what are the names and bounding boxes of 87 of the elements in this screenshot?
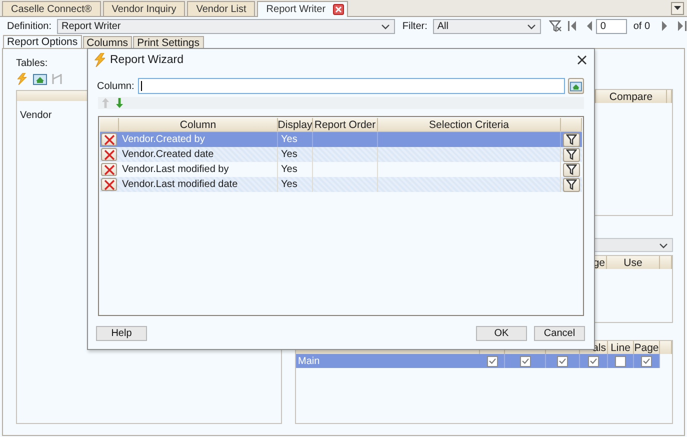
tab[interactable]: Columns xyxy=(82,36,132,48)
record-input[interactable]: 0 xyxy=(596,18,628,34)
tab[interactable]: Report Options xyxy=(3,35,82,48)
tab[interactable]: Report Writer xyxy=(257,1,348,17)
check-icon xyxy=(643,358,650,364)
checkbox[interactable] xyxy=(486,356,498,366)
previous-page-icon[interactable] xyxy=(586,21,592,31)
tab[interactable]: Vendor List xyxy=(187,1,256,16)
text-cursor xyxy=(141,81,142,91)
delete-button[interactable] xyxy=(101,133,117,146)
filter-button[interactable] xyxy=(563,148,580,162)
table-cell: Vendor.Created date xyxy=(119,147,278,162)
filter-button[interactable] xyxy=(563,178,580,192)
column-header: Line xyxy=(608,341,634,354)
check-icon xyxy=(488,358,496,364)
column-header[interactable]: Column xyxy=(119,118,278,131)
caret-down-icon xyxy=(674,6,681,10)
record-count: of 0 xyxy=(633,20,650,32)
filter-icon xyxy=(566,149,577,160)
check-icon xyxy=(590,358,597,364)
column-header[interactable]: Report Order xyxy=(313,118,378,131)
check-icon xyxy=(522,358,528,364)
lightning-icon xyxy=(93,52,105,66)
filter-icon xyxy=(566,134,577,145)
filter-icon xyxy=(566,164,577,175)
column-header[interactable]: Selection Criteria xyxy=(378,118,561,131)
column-field[interactable] xyxy=(138,78,565,94)
table-cell: Yes xyxy=(278,177,313,192)
column-header xyxy=(660,341,672,354)
column-header: Compare xyxy=(596,90,667,103)
close-icon xyxy=(102,148,116,160)
table-cell: Vendor.Last modified date xyxy=(119,177,278,192)
clear-filter-icon[interactable] xyxy=(549,20,562,32)
next-page-icon[interactable] xyxy=(662,21,668,31)
grid-row[interactable]: Vendor.Created date Yes xyxy=(100,147,582,162)
dialog-title: Report Wizard xyxy=(110,54,184,66)
definition-dropdown[interactable]: Report Writer xyxy=(57,18,396,34)
lightning-icon[interactable] xyxy=(16,73,28,85)
close-icon xyxy=(102,164,116,176)
table-icon xyxy=(570,80,582,92)
filter-icon xyxy=(566,179,577,190)
delete-button[interactable] xyxy=(101,178,117,191)
checkbox[interactable] xyxy=(520,356,530,366)
checkbox[interactable] xyxy=(641,356,652,366)
column-header: Use xyxy=(607,256,660,269)
tab[interactable]: Print Settings xyxy=(133,36,204,48)
column-header xyxy=(667,90,672,103)
column-header xyxy=(660,256,672,269)
close-icon xyxy=(102,178,116,190)
grid-row[interactable]: Vendor.Last modified date Yes xyxy=(100,177,582,192)
table-cell: Yes xyxy=(278,147,313,162)
checkbox[interactable] xyxy=(557,356,568,366)
tab[interactable]: Vendor Inquiry xyxy=(102,1,186,16)
close-icon xyxy=(102,134,116,146)
dialog-button[interactable]: Help xyxy=(96,326,147,341)
close-icon[interactable] xyxy=(332,4,344,15)
table-icon[interactable] xyxy=(33,73,47,85)
definition-label: Definition: xyxy=(7,20,52,32)
checkbox[interactable] xyxy=(588,356,599,366)
column-label: Column: xyxy=(97,80,134,92)
list-item[interactable]: Vendor xyxy=(20,110,52,121)
first-page-icon[interactable] xyxy=(568,21,578,31)
filter-button[interactable] xyxy=(563,162,580,176)
check-icon xyxy=(559,358,566,364)
arrow-down-icon[interactable] xyxy=(116,98,123,108)
table-cell-text: Main xyxy=(297,356,321,366)
checkbox[interactable] xyxy=(615,356,626,366)
close-icon[interactable] xyxy=(577,54,587,64)
add-column-button[interactable] xyxy=(568,78,584,94)
delete-button[interactable] xyxy=(101,163,117,176)
last-page-icon[interactable] xyxy=(678,21,687,31)
column-header[interactable]: Display xyxy=(278,118,313,131)
column-header xyxy=(561,118,582,131)
chevron-down-icon xyxy=(527,22,536,30)
filter-dropdown[interactable]: All xyxy=(433,18,542,34)
filter-button[interactable] xyxy=(563,132,580,146)
column-header: Page xyxy=(634,341,660,354)
column-header xyxy=(100,118,119,131)
dialog-button[interactable]: OK xyxy=(476,326,527,341)
dialog-button[interactable]: Cancel xyxy=(534,326,585,341)
tables-label: Tables: xyxy=(16,58,48,70)
tab-menu-button[interactable] xyxy=(671,2,684,14)
chevron-down-icon xyxy=(659,242,668,248)
chevron-down-icon xyxy=(381,22,390,30)
filter-label: Filter: xyxy=(402,20,428,32)
delete-button[interactable] xyxy=(101,148,117,161)
tab[interactable]: Caselle Connect® xyxy=(2,1,101,16)
